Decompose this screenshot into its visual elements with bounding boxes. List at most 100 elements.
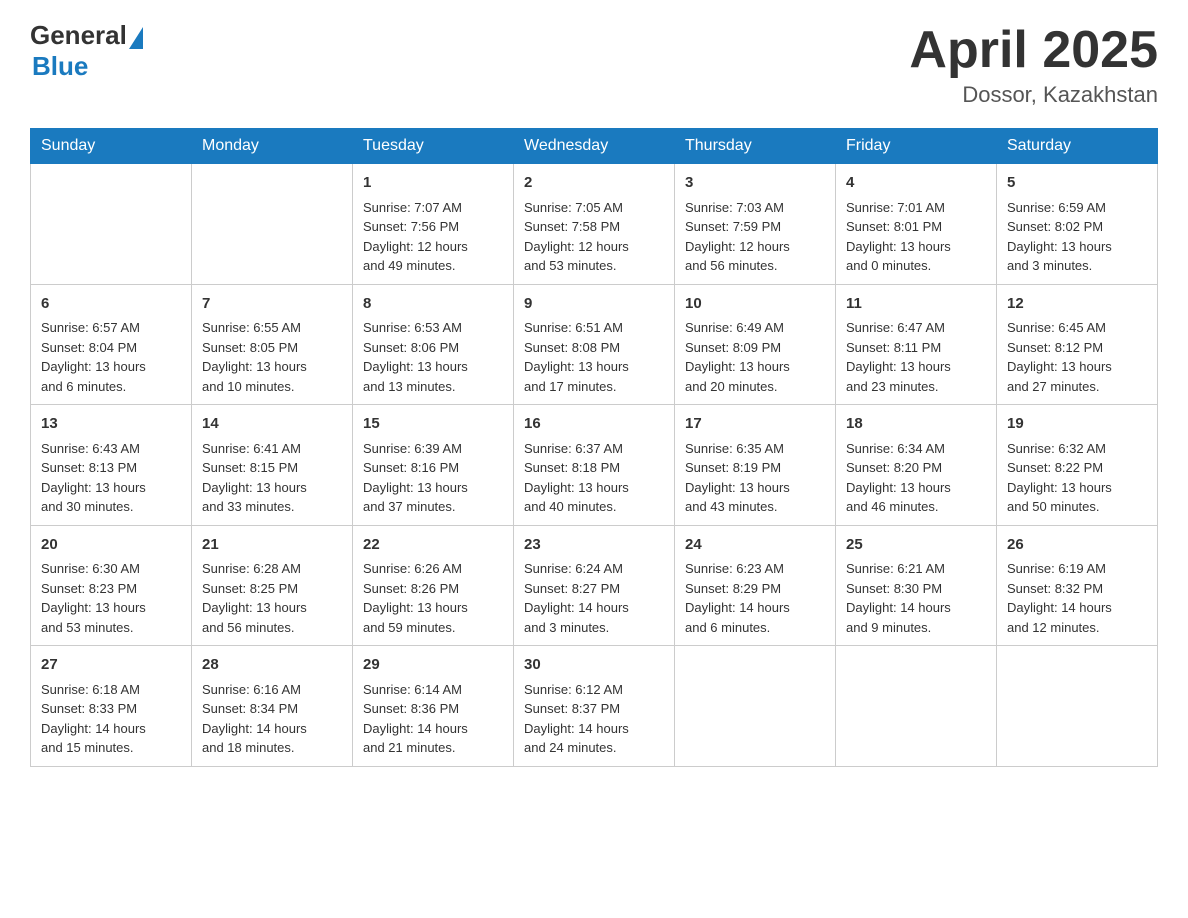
table-row: 17Sunrise: 6:35 AM Sunset: 8:19 PM Dayli… bbox=[675, 405, 836, 526]
day-info: Sunrise: 6:18 AM Sunset: 8:33 PM Dayligh… bbox=[41, 680, 181, 758]
table-row: 11Sunrise: 6:47 AM Sunset: 8:11 PM Dayli… bbox=[836, 284, 997, 405]
table-row: 21Sunrise: 6:28 AM Sunset: 8:25 PM Dayli… bbox=[192, 525, 353, 646]
table-row: 24Sunrise: 6:23 AM Sunset: 8:29 PM Dayli… bbox=[675, 525, 836, 646]
col-tuesday: Tuesday bbox=[353, 129, 514, 164]
day-number: 24 bbox=[685, 534, 825, 557]
day-info: Sunrise: 6:16 AM Sunset: 8:34 PM Dayligh… bbox=[202, 680, 342, 758]
day-number: 20 bbox=[41, 534, 181, 557]
calendar-week-row: 13 Sunrise: 6:43 AM Sunset: 8:13 PM Dayli… bbox=[31, 405, 1158, 526]
table-row bbox=[192, 164, 353, 285]
day-number: 13 bbox=[41, 413, 181, 436]
table-row: 22Sunrise: 6:26 AM Sunset: 8:26 PM Dayli… bbox=[353, 525, 514, 646]
day-number: 14 bbox=[202, 413, 342, 436]
table-row: 30 Sunrise: 6:12 AM Sunset: 8:37 PM Dayli… bbox=[514, 646, 675, 767]
table-row bbox=[675, 646, 836, 767]
day-info: Sunrise: 6:21 AM Sunset: 8:30 PM Dayligh… bbox=[846, 559, 986, 637]
table-row: 15Sunrise: 6:39 AM Sunset: 8:16 PM Dayli… bbox=[353, 405, 514, 526]
table-row: 27 Sunrise: 6:18 AM Sunset: 8:33 PM Dayli… bbox=[31, 646, 192, 767]
day-info: Sunrise: 6:30 AM Sunset: 8:23 PM Dayligh… bbox=[41, 559, 181, 637]
day-number: 25 bbox=[846, 534, 986, 557]
logo-triangle-icon bbox=[129, 27, 143, 49]
day-number: 16 bbox=[524, 413, 664, 436]
table-row: 5 Sunrise: 6:59 AM Sunset: 8:02 PM Daylig… bbox=[997, 164, 1158, 285]
col-thursday: Thursday bbox=[675, 129, 836, 164]
day-info: Sunrise: 6:34 AM Sunset: 8:20 PM Dayligh… bbox=[846, 439, 986, 517]
day-info: Sunrise: 6:51 AM Sunset: 8:08 PM Dayligh… bbox=[524, 318, 664, 396]
day-info: Sunrise: 6:32 AM Sunset: 8:22 PM Dayligh… bbox=[1007, 439, 1147, 517]
day-number: 3 bbox=[685, 172, 825, 195]
logo-general-text: General bbox=[30, 20, 127, 51]
table-row: 25Sunrise: 6:21 AM Sunset: 8:30 PM Dayli… bbox=[836, 525, 997, 646]
day-number: 10 bbox=[685, 293, 825, 316]
table-row: 3 Sunrise: 7:03 AM Sunset: 7:59 PM Daylig… bbox=[675, 164, 836, 285]
day-number: 4 bbox=[846, 172, 986, 195]
col-friday: Friday bbox=[836, 129, 997, 164]
day-info: Sunrise: 7:05 AM Sunset: 7:58 PM Dayligh… bbox=[524, 198, 664, 276]
table-row bbox=[836, 646, 997, 767]
day-info: Sunrise: 6:26 AM Sunset: 8:26 PM Dayligh… bbox=[363, 559, 503, 637]
day-number: 19 bbox=[1007, 413, 1147, 436]
table-row: 13 Sunrise: 6:43 AM Sunset: 8:13 PM Dayli… bbox=[31, 405, 192, 526]
table-row: 1 Sunrise: 7:07 AM Sunset: 7:56 PM Daylig… bbox=[353, 164, 514, 285]
table-row: 6Sunrise: 6:57 AM Sunset: 8:04 PM Daylig… bbox=[31, 284, 192, 405]
logo: General Blue bbox=[30, 20, 143, 82]
table-row: 7Sunrise: 6:55 AM Sunset: 8:05 PM Daylig… bbox=[192, 284, 353, 405]
day-info: Sunrise: 6:19 AM Sunset: 8:32 PM Dayligh… bbox=[1007, 559, 1147, 637]
day-info: Sunrise: 6:28 AM Sunset: 8:25 PM Dayligh… bbox=[202, 559, 342, 637]
day-number: 8 bbox=[363, 293, 503, 316]
day-number: 2 bbox=[524, 172, 664, 195]
calendar-table: Sunday Monday Tuesday Wednesday Thursday… bbox=[30, 128, 1158, 767]
table-row: 19 Sunrise: 6:32 AM Sunset: 8:22 PM Dayli… bbox=[997, 405, 1158, 526]
day-info: Sunrise: 6:53 AM Sunset: 8:06 PM Dayligh… bbox=[363, 318, 503, 396]
calendar-header-row: Sunday Monday Tuesday Wednesday Thursday… bbox=[31, 129, 1158, 164]
table-row: 29 Sunrise: 6:14 AM Sunset: 8:36 PM Dayli… bbox=[353, 646, 514, 767]
table-row: 9Sunrise: 6:51 AM Sunset: 8:08 PM Daylig… bbox=[514, 284, 675, 405]
table-row: 8Sunrise: 6:53 AM Sunset: 8:06 PM Daylig… bbox=[353, 284, 514, 405]
table-row: 2 Sunrise: 7:05 AM Sunset: 7:58 PM Daylig… bbox=[514, 164, 675, 285]
day-number: 28 bbox=[202, 654, 342, 677]
day-info: Sunrise: 6:45 AM Sunset: 8:12 PM Dayligh… bbox=[1007, 318, 1147, 396]
day-number: 12 bbox=[1007, 293, 1147, 316]
day-number: 30 bbox=[524, 654, 664, 677]
day-number: 18 bbox=[846, 413, 986, 436]
day-number: 9 bbox=[524, 293, 664, 316]
col-sunday: Sunday bbox=[31, 129, 192, 164]
day-info: Sunrise: 6:39 AM Sunset: 8:16 PM Dayligh… bbox=[363, 439, 503, 517]
day-number: 29 bbox=[363, 654, 503, 677]
calendar-location: Dossor, Kazakhstan bbox=[909, 82, 1158, 108]
col-monday: Monday bbox=[192, 129, 353, 164]
day-info: Sunrise: 6:41 AM Sunset: 8:15 PM Dayligh… bbox=[202, 439, 342, 517]
day-number: 1 bbox=[363, 172, 503, 195]
day-info: Sunrise: 6:12 AM Sunset: 8:37 PM Dayligh… bbox=[524, 680, 664, 758]
day-number: 5 bbox=[1007, 172, 1147, 195]
table-row bbox=[997, 646, 1158, 767]
table-row: 14 Sunrise: 6:41 AM Sunset: 8:15 PM Dayli… bbox=[192, 405, 353, 526]
day-info: Sunrise: 6:43 AM Sunset: 8:13 PM Dayligh… bbox=[41, 439, 181, 517]
day-number: 11 bbox=[846, 293, 986, 316]
day-info: Sunrise: 6:49 AM Sunset: 8:09 PM Dayligh… bbox=[685, 318, 825, 396]
day-info: Sunrise: 6:37 AM Sunset: 8:18 PM Dayligh… bbox=[524, 439, 664, 517]
day-info: Sunrise: 6:14 AM Sunset: 8:36 PM Dayligh… bbox=[363, 680, 503, 758]
page-header: General Blue April 2025 Dossor, Kazakhst… bbox=[30, 20, 1158, 108]
day-number: 22 bbox=[363, 534, 503, 557]
day-info: Sunrise: 7:03 AM Sunset: 7:59 PM Dayligh… bbox=[685, 198, 825, 276]
day-info: Sunrise: 6:59 AM Sunset: 8:02 PM Dayligh… bbox=[1007, 198, 1147, 276]
day-number: 27 bbox=[41, 654, 181, 677]
logo-blue-text: Blue bbox=[32, 51, 88, 82]
table-row: 16 Sunrise: 6:37 AM Sunset: 8:18 PM Dayli… bbox=[514, 405, 675, 526]
day-info: Sunrise: 6:24 AM Sunset: 8:27 PM Dayligh… bbox=[524, 559, 664, 637]
table-row: 18 Sunrise: 6:34 AM Sunset: 8:20 PM Dayli… bbox=[836, 405, 997, 526]
table-row: 10Sunrise: 6:49 AM Sunset: 8:09 PM Dayli… bbox=[675, 284, 836, 405]
day-info: Sunrise: 6:35 AM Sunset: 8:19 PM Dayligh… bbox=[685, 439, 825, 517]
table-row: 12Sunrise: 6:45 AM Sunset: 8:12 PM Dayli… bbox=[997, 284, 1158, 405]
table-row: 26Sunrise: 6:19 AM Sunset: 8:32 PM Dayli… bbox=[997, 525, 1158, 646]
table-row: 23Sunrise: 6:24 AM Sunset: 8:27 PM Dayli… bbox=[514, 525, 675, 646]
day-info: Sunrise: 7:07 AM Sunset: 7:56 PM Dayligh… bbox=[363, 198, 503, 276]
calendar-week-row: 27 Sunrise: 6:18 AM Sunset: 8:33 PM Dayli… bbox=[31, 646, 1158, 767]
day-number: 26 bbox=[1007, 534, 1147, 557]
calendar-week-row: 1 Sunrise: 7:07 AM Sunset: 7:56 PM Daylig… bbox=[31, 164, 1158, 285]
col-wednesday: Wednesday bbox=[514, 129, 675, 164]
day-info: Sunrise: 6:55 AM Sunset: 8:05 PM Dayligh… bbox=[202, 318, 342, 396]
day-number: 21 bbox=[202, 534, 342, 557]
table-row: 20Sunrise: 6:30 AM Sunset: 8:23 PM Dayli… bbox=[31, 525, 192, 646]
